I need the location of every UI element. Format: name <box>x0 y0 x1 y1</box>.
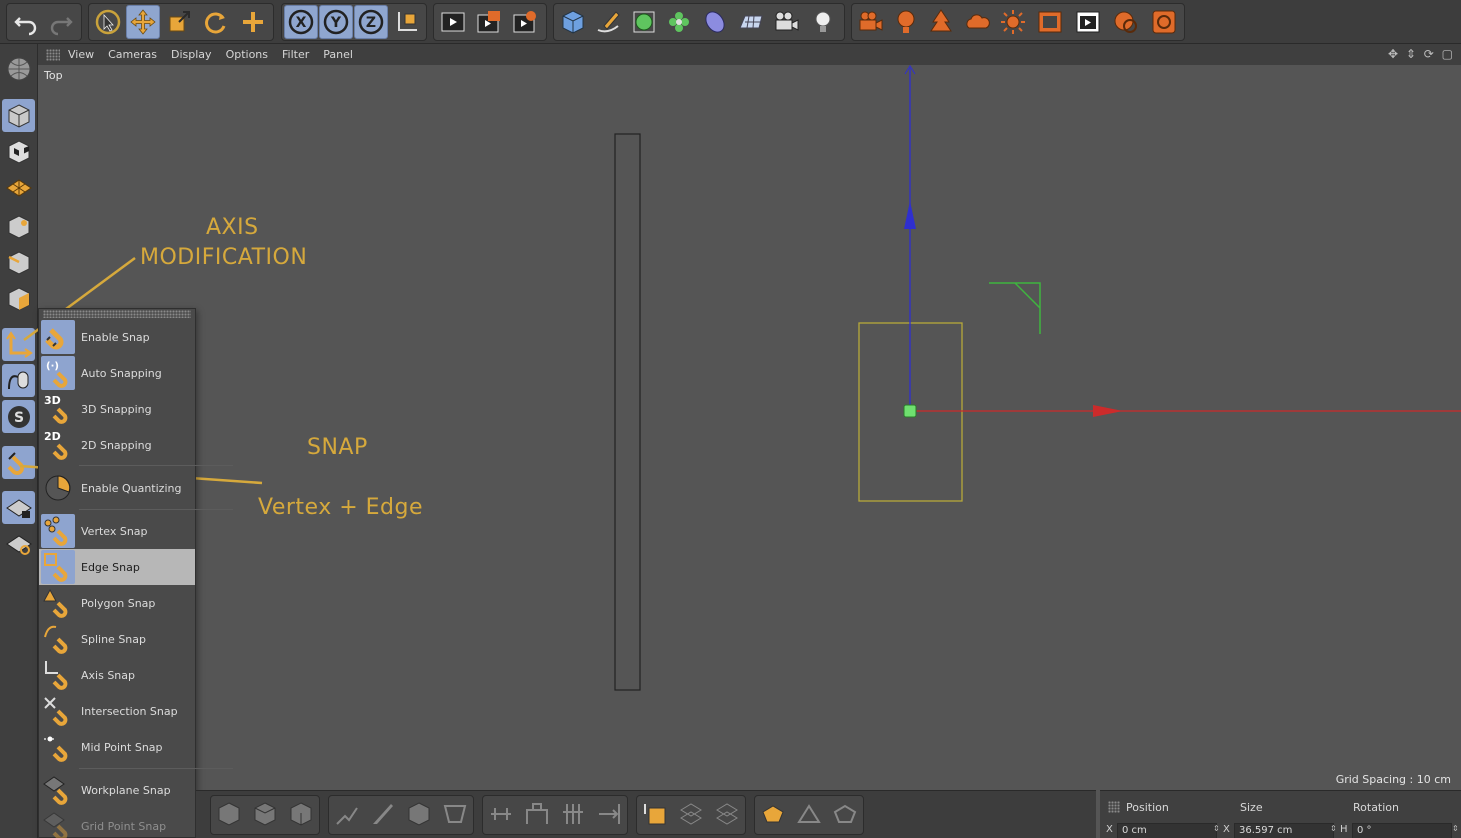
menu-item-3d-snapping[interactable]: 3D 3D Snapping <box>39 391 195 427</box>
cinema4d-window: X Y Z S View Cameras Display Options Fil… <box>0 0 1461 838</box>
magnet-icon <box>41 320 75 354</box>
menu-item-enable-quantizing[interactable]: Enable Quantizing <box>39 470 195 506</box>
snap-dropdown-menu: Enable Snap (·) Auto Snapping 3D 3D Snap… <box>38 308 233 838</box>
twist-icon[interactable] <box>674 797 708 831</box>
menu-item-spline-snap[interactable]: Spline Snap <box>39 621 195 657</box>
annotation-axis: AXIS <box>206 215 259 240</box>
box-primitive-icon[interactable] <box>212 797 246 831</box>
midpoint-snap-icon <box>41 730 75 764</box>
menu-item-axis-snap[interactable]: Axis Snap <box>39 657 195 693</box>
annotation-modification: MODIFICATION <box>140 245 308 270</box>
coordinate-manager: Position Size Rotation X 0 cm ⇕ X 36.597… <box>1100 790 1461 838</box>
menu-separator <box>79 465 233 466</box>
box-poly-icon[interactable] <box>284 797 318 831</box>
menu-item-auto-snapping[interactable]: (·) Auto Snapping <box>39 355 195 391</box>
menu-item-vertex-snap[interactable]: Vertex Snap <box>39 513 195 549</box>
annotation-vertex-edge: Vertex + Edge <box>258 495 424 520</box>
mirror-icon[interactable] <box>556 797 590 831</box>
polygon-reduce-icon[interactable] <box>828 797 862 831</box>
quantize-icon <box>41 471 75 505</box>
slide-icon[interactable] <box>592 797 626 831</box>
menu-item-edge-snap[interactable]: Edge Snap <box>39 549 195 585</box>
svg-text:3D: 3D <box>44 394 61 407</box>
menu-separator <box>79 509 233 510</box>
spline-snap-icon <box>41 622 75 656</box>
size-x-axis-label: X <box>1223 824 1230 835</box>
sculpt-icon[interactable] <box>638 797 672 831</box>
panel-grip[interactable] <box>1108 801 1120 813</box>
grid-point-snap-icon <box>41 809 75 838</box>
position-header: Position <box>1126 801 1169 814</box>
polygon-pen-icon[interactable] <box>756 797 790 831</box>
polygon-fill-icon[interactable] <box>792 797 826 831</box>
snap-3d-icon: 3D <box>41 392 75 426</box>
array-icon[interactable] <box>520 797 554 831</box>
bend-icon[interactable] <box>710 797 744 831</box>
snap-2d-icon: 2D <box>41 428 75 462</box>
svg-text:(·): (·) <box>46 361 59 372</box>
size-x-field[interactable]: 36.597 cm <box>1234 823 1334 838</box>
menu-item-enable-snap[interactable]: Enable Snap <box>39 319 195 355</box>
size-x-spinner-icon[interactable]: ⇕ <box>1330 824 1337 833</box>
menu-separator <box>79 768 233 769</box>
annotation-snap: SNAP <box>307 435 368 460</box>
menu-item-grid-point-snap[interactable]: Grid Point Snap <box>39 808 195 838</box>
size-header: Size <box>1240 801 1263 814</box>
menu-item-2d-snapping[interactable]: 2D 2D Snapping <box>39 427 195 463</box>
box-edge-icon[interactable] <box>248 797 282 831</box>
menu-item-intersection-snap[interactable]: Intersection Snap <box>39 693 195 729</box>
auto-snap-icon: (·) <box>41 356 75 390</box>
edge-snap-icon <box>41 550 75 584</box>
position-x-spinner-icon[interactable]: ⇕ <box>1213 824 1220 833</box>
bottom-toolbar <box>196 790 1096 838</box>
bevel-icon[interactable] <box>330 797 364 831</box>
position-x-axis-label: X <box>1106 824 1113 835</box>
polygon-snap-icon <box>41 586 75 620</box>
intersection-snap-icon <box>41 694 75 728</box>
rotation-header: Rotation <box>1353 801 1400 814</box>
menu-item-workplane-snap[interactable]: Workplane Snap <box>39 772 195 808</box>
menu-grip[interactable] <box>43 310 191 318</box>
menu-item-mid-point-snap[interactable]: Mid Point Snap <box>39 729 195 765</box>
rotation-h-axis-label: H <box>1340 824 1348 835</box>
extrude-inner-icon[interactable] <box>438 797 472 831</box>
svg-text:2D: 2D <box>44 430 61 443</box>
workplane-snap-icon <box>41 773 75 807</box>
vertex-snap-icon <box>41 514 75 548</box>
annotation-lines <box>19 256 263 485</box>
rotation-h-field[interactable]: 0 ° <box>1352 823 1452 838</box>
menu-item-polygon-snap[interactable]: Polygon Snap <box>39 585 195 621</box>
extrude-icon[interactable] <box>402 797 436 831</box>
rotation-h-spinner-icon[interactable]: ⇕ <box>1452 824 1459 833</box>
connect-icon[interactable] <box>484 797 518 831</box>
position-x-field[interactable]: 0 cm <box>1117 823 1217 838</box>
axis-snap-icon <box>41 658 75 692</box>
knife-icon[interactable] <box>366 797 400 831</box>
